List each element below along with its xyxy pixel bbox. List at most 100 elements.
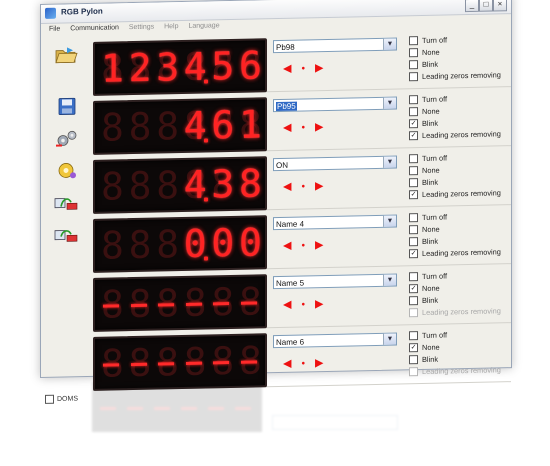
menu-help[interactable]: Help [164,21,178,33]
checkbox-box[interactable] [409,330,418,340]
led-dash [130,303,147,308]
leading-zeros-checkbox[interactable]: ✓ Leading zeros removing [409,246,519,260]
gears-icon[interactable] [53,128,79,149]
checkbox-box[interactable] [409,47,418,57]
checkbox-box[interactable] [409,106,418,116]
option-label: Blink [422,59,439,69]
checkbox-box[interactable] [409,153,418,163]
checkbox-box[interactable] [409,307,418,317]
maximize-button[interactable]: □ [479,0,493,12]
checkbox-box[interactable] [409,354,418,364]
chevron-down-icon[interactable]: ▼ [383,274,396,286]
option-label: Turn off [422,35,448,45]
combobox-value: Pb95 [276,101,297,112]
fuel-name-combobox[interactable]: ON ▼ [273,155,397,172]
arrow-left-icon[interactable]: ◀ [283,358,301,370]
fuel-name-combobox[interactable]: Name 6 ▼ [273,332,397,349]
menu-communication[interactable]: Communication [70,22,119,35]
arrow-right-icon[interactable]: ▶ [315,239,333,251]
leading-zeros-checkbox[interactable]: Leading zeros removing [409,305,519,319]
arrow-left-icon[interactable]: ◀ [283,240,301,252]
checkbox-box[interactable]: ✓ [409,248,418,258]
channel-controls: ON ▼ ◀•▶ [273,153,401,206]
leading-zeros-checkbox[interactable]: ✓ Leading zeros removing [409,187,519,201]
led-digit-value: 1 [101,46,124,91]
checkbox-box[interactable] [409,177,418,187]
checkbox-box[interactable] [409,295,418,305]
checkbox-box[interactable] [409,224,418,234]
leading-zeros-checkbox[interactable]: Leading zeros removing [409,364,519,378]
checkbox-box[interactable] [409,71,418,81]
arrow-right-icon[interactable]: ▶ [315,180,333,192]
arrow-right-icon[interactable]: ▶ [315,121,333,133]
checkbox-box[interactable]: ✓ [409,342,418,352]
checkbox-box[interactable]: ✓ [409,283,418,293]
minimize-button[interactable]: _ [465,0,479,13]
led-digit: 88 [239,161,262,205]
checkbox-box[interactable] [409,59,418,69]
channel-row: 8 8 8 8 4 8 6 8 1 Pb95 ▼ ◀•▶ Turn off None ✓ Blink ✓ Lead… [93,90,511,155]
checkbox-box[interactable] [409,366,418,376]
option-label: None [422,283,440,293]
led-digit: 80 [238,220,262,265]
arrow-left-icon[interactable]: ◀ [283,181,301,193]
chevron-down-icon[interactable]: ▼ [383,97,396,109]
option-label: Turn off [422,271,448,281]
led-digit-value: 0 [238,220,262,265]
led-decimal-point [203,138,208,143]
checkbox-box[interactable] [409,212,418,222]
decimal-dot-icon[interactable]: • [301,63,315,74]
decimal-dot-icon[interactable]: • [301,299,315,310]
arrow-left-icon[interactable]: ◀ [283,63,301,75]
decimal-dot-icon[interactable]: • [301,181,315,192]
leading-zeros-checkbox[interactable]: Leading zeros removing [409,69,519,83]
led-digit-ghost: 8 [128,222,152,268]
fuel-name-combobox[interactable]: Pb98 ▼ [273,37,397,54]
decimal-dot-icon[interactable]: • [301,122,315,133]
menu-file[interactable]: File [49,24,60,36]
option-label: Blink [422,295,439,305]
arrow-left-icon[interactable]: ◀ [283,122,301,134]
checkbox-box[interactable] [409,35,418,45]
gear-settings-icon[interactable] [53,160,79,181]
close-button[interactable]: × [493,0,507,12]
save-disk-icon[interactable] [53,96,79,117]
checkbox-box[interactable] [409,271,418,281]
channel-row: 8 1 8 2 8 3 8 4 8 5 8 6 Pb98 ▼ ◀•▶ Turn off None Blink Lea… [93,31,511,96]
menu-language[interactable]: Language [188,20,219,33]
checkbox-box[interactable]: ✓ [409,118,418,128]
chevron-down-icon[interactable]: ▼ [383,38,396,50]
arrow-right-icon[interactable]: ▶ [315,298,333,310]
checkbox-box[interactable] [409,236,418,246]
led-digit-value: 3 [211,161,235,207]
fuel-name-combobox[interactable]: Name 5 ▼ [273,273,397,290]
decimal-dot-icon[interactable]: • [301,240,315,251]
chevron-down-icon[interactable]: ▼ [383,333,396,345]
chevron-down-icon[interactable]: ▼ [383,215,396,227]
arrow-left-icon[interactable]: ◀ [283,299,301,311]
decimal-dot-icon[interactable]: • [301,358,315,369]
arrow-right-icon[interactable]: ▶ [315,62,333,74]
checkbox-box[interactable] [409,165,418,175]
led-dash [240,360,257,364]
upload-monitor-icon[interactable] [53,194,79,215]
fuel-name-combobox[interactable]: Name 4 ▼ [273,214,397,231]
option-label: Leading zeros removing [422,365,501,376]
led-digit: 83 [211,161,235,207]
menu-settings[interactable]: Settings [129,22,154,35]
open-folder-icon[interactable] [53,44,79,65]
fuel-name-combobox[interactable]: Pb95 ▼ [273,96,397,113]
checkbox-box[interactable] [409,94,418,104]
option-label: Leading zeros removing [422,188,501,199]
checkbox-box[interactable]: ✓ [409,130,418,140]
chevron-down-icon[interactable]: ▼ [383,156,396,168]
arrow-right-icon[interactable]: ▶ [315,357,333,369]
led-digit-value: 2 [128,45,152,91]
download-monitor-icon[interactable] [53,226,79,247]
led-digit: 85 [211,44,234,88]
led-digit: 82 [128,45,152,91]
option-label: None [422,342,440,352]
leading-zeros-checkbox[interactable]: ✓ Leading zeros removing [409,128,519,142]
led-dash [103,363,119,367]
checkbox-box[interactable]: ✓ [409,189,418,199]
